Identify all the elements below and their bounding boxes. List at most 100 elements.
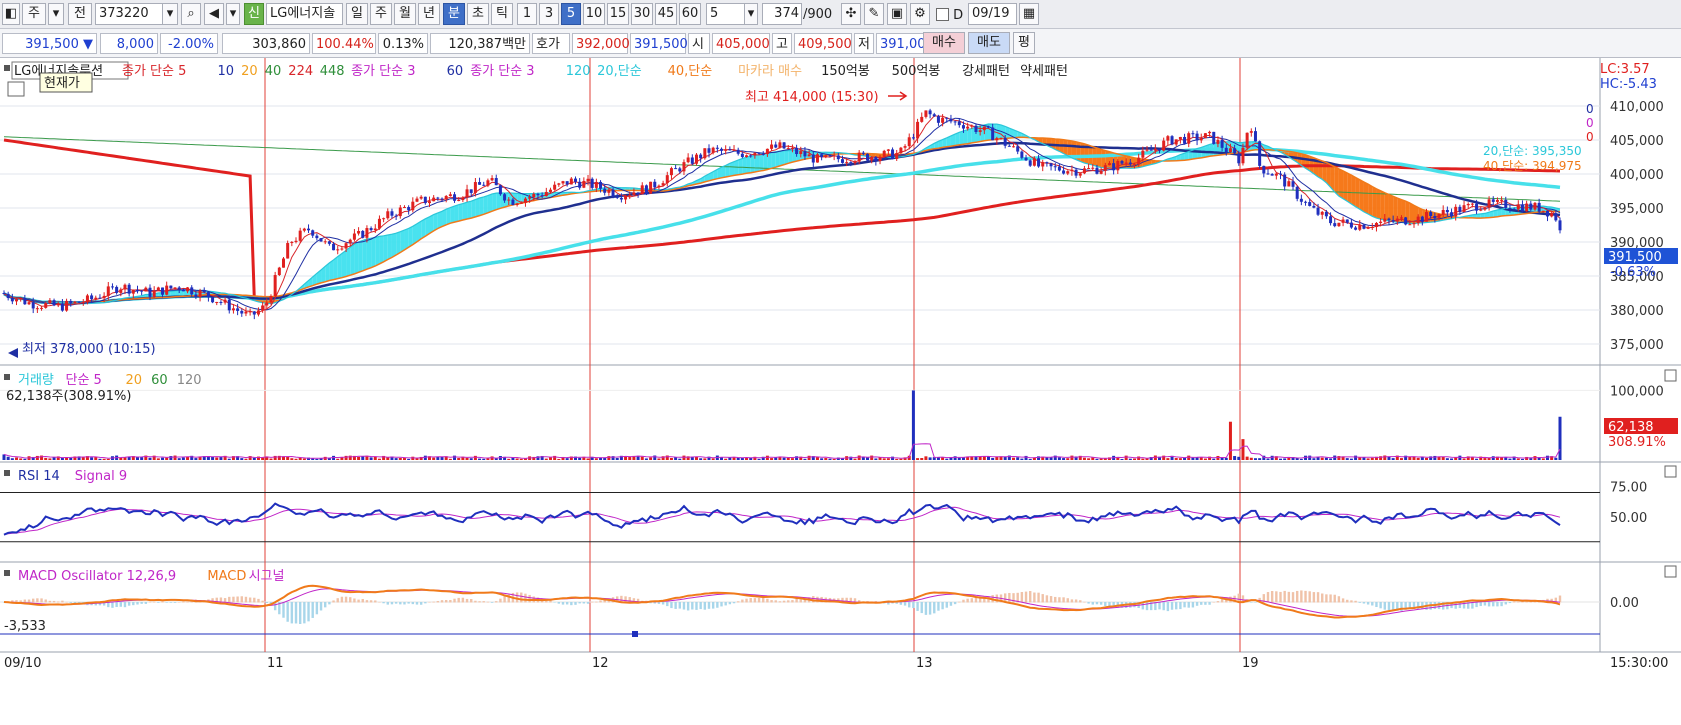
- stock-name-field[interactable]: LG에너지솔: [266, 3, 343, 25]
- new-badge[interactable]: 신: [244, 3, 264, 25]
- tf-day-button[interactable]: 일: [346, 3, 368, 25]
- save-icon[interactable]: ▣: [887, 3, 907, 25]
- stock-code-input[interactable]: 373220: [95, 3, 163, 25]
- macd-osc-bar: [1488, 602, 1490, 606]
- chart-area[interactable]: 410,000405,000400,000395,000390,000385,0…: [0, 58, 1681, 721]
- tf-week-button[interactable]: 주: [370, 3, 392, 25]
- volume-bar: [870, 456, 873, 460]
- volume-bar: [1233, 456, 1236, 460]
- interval-45-button[interactable]: 45: [655, 3, 677, 25]
- price-tick-label: 400,000: [1610, 168, 1664, 183]
- volume-bar: [357, 457, 360, 460]
- code-dropdown-icon[interactable]: ▾: [162, 3, 178, 25]
- volume-bar: [649, 458, 652, 460]
- candle-body: [1312, 206, 1315, 208]
- calc-icon[interactable]: [8, 82, 24, 96]
- interval-1-button[interactable]: 1: [517, 3, 537, 25]
- candle-body: [645, 185, 648, 193]
- interval-60-button[interactable]: 60: [679, 3, 701, 25]
- volume-panel-toggle-icon[interactable]: [1665, 370, 1676, 381]
- tf-month-button[interactable]: 월: [394, 3, 416, 25]
- macd-osc-bar: [1146, 602, 1148, 610]
- tf-year-button[interactable]: 년: [418, 3, 440, 25]
- count-max-label: /900: [803, 4, 832, 25]
- candle-body: [1133, 164, 1136, 165]
- draw-icon[interactable]: ✎: [864, 3, 884, 25]
- x-axis-label: 13: [916, 656, 933, 671]
- price-tick-label: 405,000: [1610, 134, 1664, 149]
- interval-input[interactable]: 5: [706, 3, 746, 25]
- tf-second-button[interactable]: 초: [467, 3, 489, 25]
- candle-body: [1191, 133, 1194, 134]
- candle-body: [1233, 148, 1236, 153]
- candle-body: [1050, 163, 1053, 166]
- volume-bar: [937, 457, 940, 460]
- d-checkbox[interactable]: D: [936, 5, 963, 26]
- ma-cloud-segment: [471, 200, 475, 219]
- candle-body: [349, 240, 352, 243]
- candle-body: [240, 311, 243, 314]
- macd-osc-bar: [1517, 602, 1519, 603]
- macd-osc-bar: [1037, 593, 1039, 603]
- candle-body: [770, 145, 773, 149]
- interval-5-button[interactable]: 5: [561, 3, 581, 25]
- eval-button[interactable]: 평: [1013, 32, 1035, 54]
- stock-chart[interactable]: 410,000405,000400,000395,000390,000385,0…: [0, 58, 1681, 721]
- sell-button[interactable]: 매도: [968, 32, 1010, 54]
- volume-bar: [816, 457, 819, 460]
- search-icon[interactable]: ⌕: [181, 3, 201, 25]
- price-legend-item: 20: [241, 64, 258, 79]
- macd-osc-bar: [724, 602, 726, 605]
- interval-30-button[interactable]: 30: [631, 3, 653, 25]
- volume-bar: [482, 459, 485, 460]
- volume-bar: [19, 458, 22, 460]
- volume-bar: [1100, 459, 1103, 460]
- volume-bar: [1012, 458, 1015, 460]
- volume-bar: [1483, 458, 1486, 460]
- calendar-icon[interactable]: ▦: [1019, 3, 1039, 25]
- prev-button[interactable]: 전: [68, 3, 92, 25]
- volume-bar: [219, 457, 222, 460]
- macd-osc-bar: [61, 601, 63, 603]
- count-input[interactable]: 374: [762, 3, 802, 25]
- volume-bar: [1546, 456, 1549, 460]
- candle-body: [803, 151, 806, 156]
- buy-button[interactable]: 매수: [923, 32, 965, 54]
- interval-15-button[interactable]: 15: [607, 3, 629, 25]
- macd-osc-bar: [120, 602, 122, 607]
- candle-body: [36, 308, 39, 309]
- ma-cloud-segment: [450, 206, 454, 223]
- candle-body: [687, 157, 690, 162]
- macd-panel-toggle-icon[interactable]: [1665, 566, 1676, 577]
- speaker-icon[interactable]: ◀: [204, 3, 224, 25]
- macd-osc-bar: [245, 597, 247, 603]
- macd-osc-bar: [1363, 602, 1365, 604]
- candle-body: [657, 186, 660, 188]
- volume-bar: [507, 459, 510, 460]
- ma20-value-note: 20,단순: 395,350: [1483, 144, 1582, 158]
- rsi-panel-toggle-icon[interactable]: [1665, 466, 1676, 477]
- volume-bar: [174, 456, 177, 460]
- macd-osc-bar: [165, 602, 167, 603]
- macd-osc-bar: [1329, 594, 1331, 602]
- gear-icon[interactable]: ⚙: [910, 3, 930, 25]
- volume-bar: [386, 457, 389, 460]
- interval-3-button[interactable]: 3: [539, 3, 559, 25]
- period-dropdown-icon[interactable]: ▾: [48, 3, 64, 25]
- interval-dropdown-icon[interactable]: ▾: [744, 3, 758, 25]
- date-input[interactable]: 09/19: [968, 3, 1017, 25]
- period-button[interactable]: 주: [22, 3, 46, 25]
- speaker-dropdown-icon[interactable]: ▾: [226, 3, 240, 25]
- crosshair-icon[interactable]: ✣: [841, 3, 861, 25]
- candle-body: [353, 234, 356, 240]
- chart-menu-icon[interactable]: ◧: [2, 3, 20, 25]
- macd-osc-bar: [1250, 602, 1252, 603]
- interval-10-button[interactable]: 10: [583, 3, 605, 25]
- macd-osc-bar: [1334, 595, 1336, 603]
- volume-bar: [478, 459, 481, 460]
- macd-osc-bar: [662, 602, 664, 605]
- tf-minute-button[interactable]: 분: [443, 3, 465, 25]
- candle-body: [1513, 209, 1516, 210]
- tf-tick-button[interactable]: 틱: [491, 3, 513, 25]
- volume-bar: [791, 458, 794, 460]
